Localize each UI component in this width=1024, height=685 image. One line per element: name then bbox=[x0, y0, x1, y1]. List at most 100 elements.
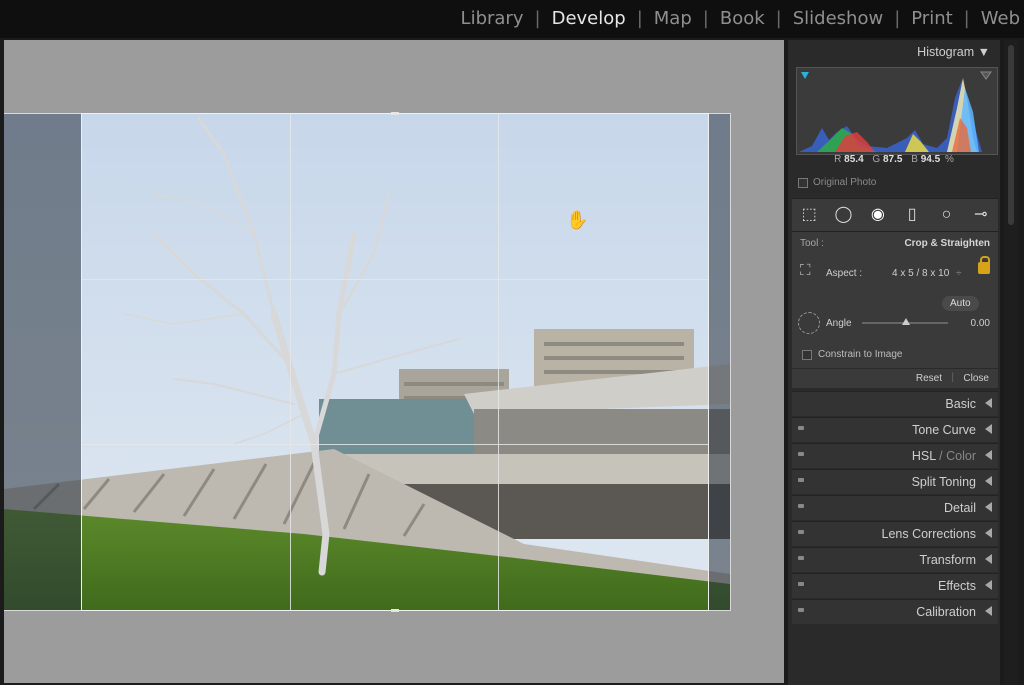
crop-handle-bottom[interactable] bbox=[391, 609, 399, 612]
module-slideshow[interactable]: Slideshow bbox=[793, 8, 883, 29]
expand-triangle-icon[interactable] bbox=[985, 424, 992, 434]
section-switch-icon[interactable] bbox=[798, 478, 804, 482]
section-transform[interactable]: Transform bbox=[792, 547, 998, 572]
crop-grid-line bbox=[82, 279, 708, 280]
g-value: 87.5 bbox=[882, 154, 903, 165]
expand-triangle-icon[interactable] bbox=[985, 554, 992, 564]
section-switch-icon[interactable] bbox=[798, 530, 804, 534]
section-title: Tone Curve bbox=[912, 423, 976, 437]
expand-triangle-icon[interactable] bbox=[985, 476, 992, 486]
tool-name: Crop & Straighten bbox=[904, 238, 990, 249]
section-title: Calibration bbox=[916, 605, 976, 619]
section-switch-icon[interactable] bbox=[798, 504, 804, 508]
collapse-triangle-icon[interactable]: ▼ bbox=[978, 45, 990, 59]
module-list: Library | Develop | Map | Book | Slidesh… bbox=[461, 8, 1020, 29]
red-eye-icon[interactable]: ◉ bbox=[865, 207, 891, 223]
b-value: 94.5 bbox=[920, 154, 941, 165]
module-web[interactable]: Web bbox=[981, 8, 1020, 29]
section-detail[interactable]: Detail bbox=[792, 495, 998, 520]
section-title: Split Toning bbox=[911, 475, 976, 489]
module-separator: | bbox=[702, 8, 709, 29]
section-title: Lens Corrections bbox=[881, 527, 977, 541]
percent-unit: % bbox=[944, 154, 954, 165]
module-separator: | bbox=[963, 8, 970, 29]
section-switch-icon[interactable] bbox=[798, 426, 804, 430]
tool-label: Tool : bbox=[800, 238, 824, 249]
crop-handle-top[interactable] bbox=[391, 112, 399, 115]
angle-value[interactable]: 0.00 bbox=[971, 318, 990, 329]
develop-right-panel: Histogram ▼ R 85.4 G 87.5 B 94.5 % Origi… bbox=[788, 40, 1000, 685]
r-value: 85.4 bbox=[844, 154, 864, 165]
section-switch-icon[interactable] bbox=[798, 582, 804, 586]
graduated-filter-icon[interactable]: ▯ bbox=[899, 207, 925, 223]
module-separator: | bbox=[534, 8, 541, 29]
expand-triangle-icon[interactable] bbox=[985, 580, 992, 590]
expand-triangle-icon[interactable] bbox=[985, 606, 992, 616]
aspect-value: 4 x 5 / 8 x 10 bbox=[892, 268, 950, 279]
close-button[interactable]: Close bbox=[963, 373, 989, 384]
module-map[interactable]: Map bbox=[654, 8, 692, 29]
crop-overlay-frame[interactable] bbox=[81, 112, 709, 612]
original-photo-toggle[interactable]: Original Photo bbox=[798, 177, 876, 188]
hand-cursor-icon: ✋ bbox=[566, 210, 589, 230]
section-title: Basic bbox=[945, 397, 976, 411]
constrain-to-image-toggle[interactable]: Constrain to Image bbox=[802, 349, 903, 360]
aspect-caret-icon: ÷ bbox=[956, 268, 962, 279]
crop-overlay-icon[interactable]: ⬚ bbox=[796, 207, 822, 223]
constrain-checkbox[interactable] bbox=[802, 349, 812, 360]
section-switch-icon[interactable] bbox=[798, 608, 804, 612]
angle-slider-knob[interactable] bbox=[902, 318, 910, 325]
section-switch-icon[interactable] bbox=[798, 556, 804, 560]
section-hsl-color[interactable]: HSL / Color bbox=[792, 443, 998, 468]
panel-scrollbar-thumb[interactable] bbox=[1008, 45, 1014, 225]
section-title: Transform bbox=[919, 553, 977, 567]
expand-triangle-icon[interactable] bbox=[985, 502, 992, 512]
aspect-select[interactable]: 4 x 5 / 8 x 10 ÷ bbox=[892, 268, 962, 279]
aspect-lock-icon[interactable] bbox=[978, 256, 990, 274]
angle-label: Angle bbox=[826, 318, 852, 329]
expand-triangle-icon[interactable] bbox=[985, 450, 992, 460]
crop-panel-footer: Reset | Close bbox=[792, 368, 998, 389]
histogram-graph[interactable] bbox=[796, 67, 998, 155]
b-label: B bbox=[911, 154, 918, 165]
r-label: R bbox=[834, 154, 842, 165]
g-label: G bbox=[872, 154, 881, 165]
module-print[interactable]: Print bbox=[911, 8, 952, 29]
section-tone-curve[interactable]: Tone Curve bbox=[792, 417, 998, 442]
section-title-hsl[interactable]: HSL bbox=[912, 449, 936, 463]
image-work-area[interactable]: ✋ bbox=[4, 40, 784, 683]
tool-strip: ⬚ ◯ ◉ ▯ ○ ⊸ bbox=[792, 198, 998, 232]
section-switch-icon[interactable] bbox=[798, 452, 804, 456]
section-title: HSL / Color bbox=[912, 449, 976, 463]
section-lens-corrections[interactable]: Lens Corrections bbox=[792, 521, 998, 546]
shadow-clipping-icon bbox=[801, 72, 809, 79]
crop-grid-line bbox=[290, 114, 291, 610]
module-separator: | bbox=[636, 8, 643, 29]
module-book[interactable]: Book bbox=[720, 8, 765, 29]
section-basic[interactable]: Basic bbox=[792, 391, 998, 416]
crop-frame-icon[interactable]: ⛶ bbox=[800, 262, 811, 279]
module-library[interactable]: Library bbox=[461, 8, 524, 29]
auto-straighten-button[interactable]: Auto bbox=[942, 296, 979, 311]
module-develop[interactable]: Develop bbox=[552, 8, 626, 29]
expand-triangle-icon[interactable] bbox=[985, 528, 992, 538]
module-picker-bar: Library | Develop | Map | Book | Slidesh… bbox=[0, 0, 1024, 38]
footer-divider: | bbox=[951, 372, 954, 383]
module-separator: | bbox=[775, 8, 782, 29]
crop-grid-line bbox=[82, 444, 708, 445]
expand-triangle-icon[interactable] bbox=[985, 398, 992, 408]
section-title-color[interactable]: Color bbox=[946, 449, 976, 463]
section-effects[interactable]: Effects bbox=[792, 573, 998, 598]
spot-removal-icon[interactable]: ◯ bbox=[830, 207, 856, 223]
adjustment-brush-icon[interactable]: ⊸ bbox=[968, 207, 994, 223]
radial-filter-icon[interactable]: ○ bbox=[933, 207, 959, 223]
original-photo-checkbox[interactable] bbox=[798, 177, 808, 188]
section-split-toning[interactable]: Split Toning bbox=[792, 469, 998, 494]
original-photo-label: Original Photo bbox=[813, 177, 877, 188]
section-calibration[interactable]: Calibration bbox=[792, 599, 998, 624]
reset-button[interactable]: Reset bbox=[916, 373, 942, 384]
histogram-header[interactable]: Histogram ▼ bbox=[917, 45, 990, 59]
straighten-tool-icon[interactable] bbox=[798, 312, 820, 334]
constrain-label: Constrain to Image bbox=[818, 349, 903, 360]
histogram-plot bbox=[799, 71, 992, 152]
